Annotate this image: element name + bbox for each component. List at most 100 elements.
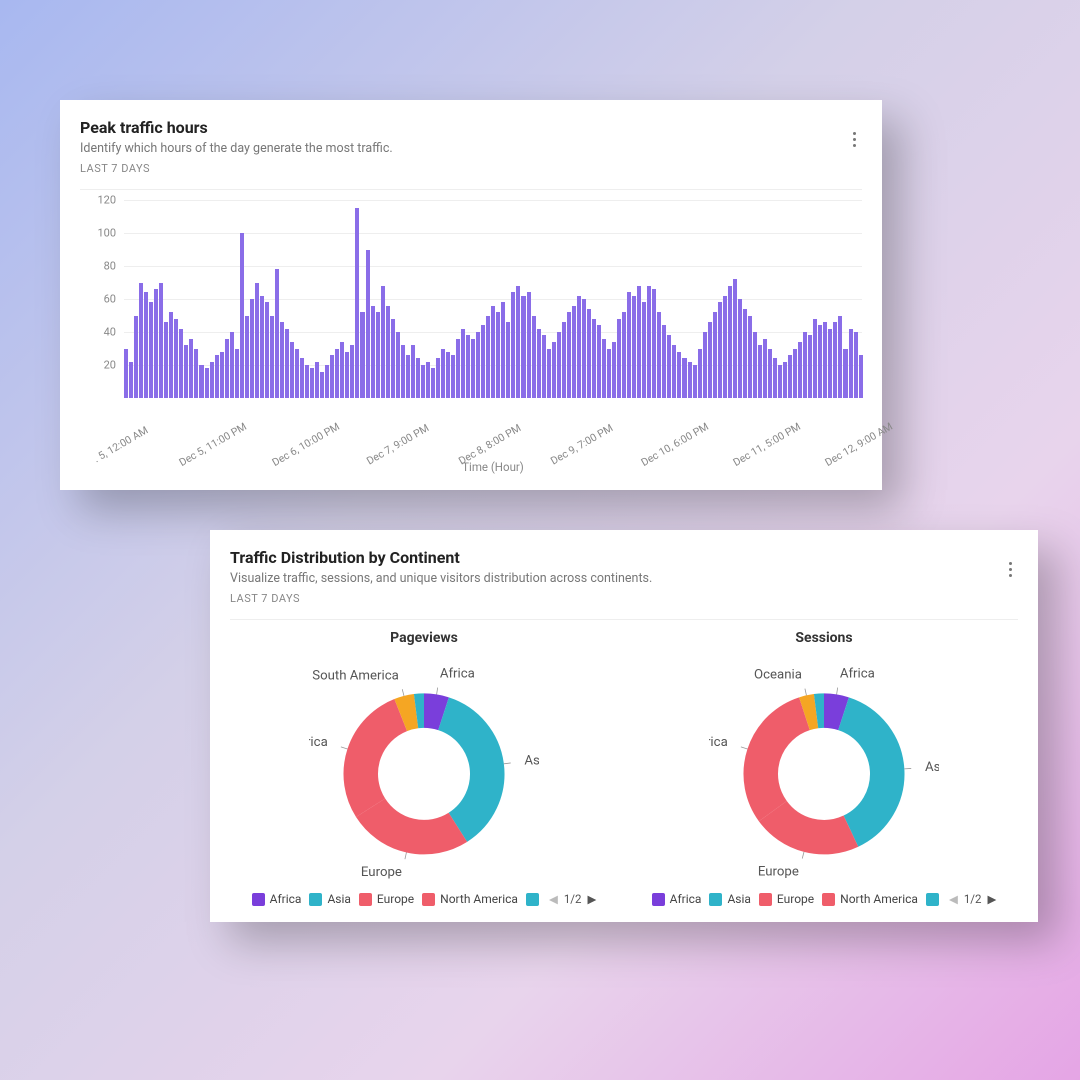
bar[interactable] bbox=[466, 335, 470, 398]
bar[interactable] bbox=[366, 250, 370, 399]
bar[interactable] bbox=[210, 362, 214, 398]
bar[interactable] bbox=[859, 355, 863, 398]
bar[interactable] bbox=[491, 306, 495, 398]
donut-slice[interactable] bbox=[824, 711, 844, 714]
bar[interactable] bbox=[129, 362, 133, 398]
bar[interactable] bbox=[501, 302, 505, 398]
donut-slice[interactable] bbox=[401, 711, 416, 715]
bar[interactable] bbox=[154, 289, 158, 398]
bar[interactable] bbox=[854, 332, 858, 398]
bar[interactable] bbox=[743, 309, 747, 398]
bar[interactable] bbox=[672, 345, 676, 398]
bar[interactable] bbox=[345, 352, 349, 398]
bar[interactable] bbox=[773, 358, 777, 398]
bar[interactable] bbox=[376, 312, 380, 398]
bar[interactable] bbox=[516, 286, 520, 398]
bar[interactable] bbox=[381, 286, 385, 398]
bar[interactable] bbox=[275, 269, 279, 398]
bar[interactable] bbox=[486, 316, 490, 399]
bar[interactable] bbox=[798, 342, 802, 398]
bar[interactable] bbox=[360, 312, 364, 398]
bar[interactable] bbox=[335, 349, 339, 399]
bar[interactable] bbox=[441, 349, 445, 399]
bar[interactable] bbox=[456, 339, 460, 398]
bar[interactable] bbox=[521, 296, 525, 398]
bar[interactable] bbox=[738, 299, 742, 398]
bar[interactable] bbox=[723, 296, 727, 398]
legend-africa-2[interactable]: Africa bbox=[652, 892, 702, 906]
bar[interactable] bbox=[179, 329, 183, 398]
bar[interactable] bbox=[401, 345, 405, 398]
pager-prev-2[interactable]: ◀ bbox=[949, 892, 958, 906]
bar[interactable] bbox=[315, 362, 319, 398]
bar[interactable] bbox=[245, 316, 249, 399]
bar[interactable] bbox=[552, 342, 556, 398]
bar[interactable] bbox=[421, 365, 425, 398]
bar[interactable] bbox=[682, 358, 686, 398]
bar[interactable] bbox=[391, 319, 395, 398]
donut-slice[interactable] bbox=[773, 811, 851, 837]
pager-next-2[interactable]: ▶ bbox=[987, 892, 996, 906]
bar[interactable] bbox=[753, 332, 757, 398]
bar[interactable] bbox=[843, 349, 847, 399]
bar[interactable] bbox=[164, 322, 168, 398]
bar[interactable] bbox=[828, 329, 832, 398]
bar[interactable] bbox=[647, 286, 651, 398]
bar[interactable] bbox=[803, 332, 807, 398]
bar[interactable] bbox=[823, 322, 827, 398]
card1-more-menu[interactable] bbox=[847, 126, 862, 153]
bar[interactable] bbox=[768, 349, 772, 399]
bar[interactable] bbox=[783, 362, 787, 398]
bar[interactable] bbox=[788, 355, 792, 398]
bar[interactable] bbox=[144, 292, 148, 398]
bar[interactable] bbox=[189, 339, 193, 398]
bar[interactable] bbox=[134, 316, 138, 399]
bar[interactable] bbox=[280, 322, 284, 398]
bar[interactable] bbox=[602, 339, 606, 398]
bar[interactable] bbox=[607, 349, 611, 399]
bar[interactable] bbox=[371, 306, 375, 398]
bar[interactable] bbox=[677, 352, 681, 398]
bar[interactable] bbox=[451, 355, 455, 398]
bar[interactable] bbox=[431, 368, 435, 398]
bar[interactable] bbox=[587, 309, 591, 398]
card2-more-menu[interactable] bbox=[1003, 556, 1018, 583]
bar[interactable] bbox=[637, 286, 641, 398]
bar[interactable] bbox=[632, 296, 636, 398]
bar[interactable] bbox=[763, 339, 767, 398]
bar[interactable] bbox=[446, 352, 450, 398]
bar[interactable] bbox=[562, 322, 566, 398]
bar[interactable] bbox=[572, 306, 576, 398]
legend-asia[interactable]: Asia bbox=[309, 892, 350, 906]
bar[interactable] bbox=[778, 365, 782, 398]
legend-north-america-2[interactable]: North America bbox=[822, 892, 918, 906]
bar[interactable] bbox=[818, 325, 822, 398]
bar[interactable] bbox=[300, 358, 304, 398]
bar[interactable] bbox=[537, 329, 541, 398]
bar[interactable] bbox=[597, 325, 601, 398]
bar[interactable] bbox=[290, 342, 294, 398]
bar[interactable] bbox=[527, 292, 531, 398]
bar[interactable] bbox=[124, 349, 128, 399]
donut-slice[interactable] bbox=[371, 808, 458, 837]
bar[interactable] bbox=[149, 302, 153, 398]
legend-europe[interactable]: Europe bbox=[359, 892, 414, 906]
bar[interactable] bbox=[260, 296, 264, 398]
bar[interactable] bbox=[567, 312, 571, 398]
legend-asia-2[interactable]: Asia bbox=[709, 892, 750, 906]
legend-africa[interactable]: Africa bbox=[252, 892, 302, 906]
donut-slice[interactable] bbox=[444, 714, 488, 828]
bar[interactable] bbox=[652, 289, 656, 398]
bar[interactable] bbox=[184, 345, 188, 398]
donut-slice[interactable] bbox=[761, 714, 805, 811]
bar[interactable] bbox=[199, 365, 203, 398]
bar[interactable] bbox=[476, 332, 480, 398]
bar[interactable] bbox=[386, 306, 390, 398]
bar[interactable] bbox=[592, 319, 596, 398]
bar[interactable] bbox=[471, 339, 475, 398]
bar[interactable] bbox=[627, 292, 631, 398]
pager-next[interactable]: ▶ bbox=[587, 892, 596, 906]
bar[interactable] bbox=[325, 365, 329, 398]
bar[interactable] bbox=[481, 325, 485, 398]
bar[interactable] bbox=[688, 362, 692, 398]
